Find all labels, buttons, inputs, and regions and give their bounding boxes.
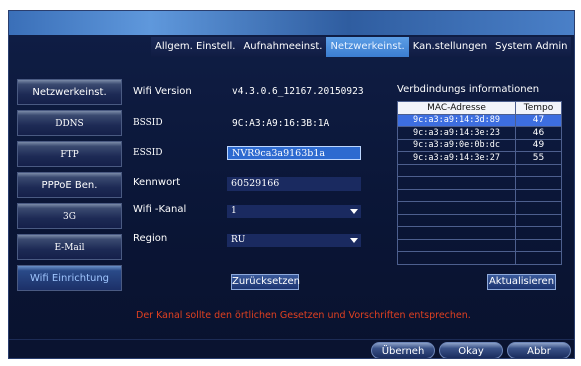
- bssid-label: BSSID: [133, 118, 163, 128]
- chevron-down-icon: [350, 209, 358, 214]
- table-row[interactable]: 9c:a3:a9:14:3d:89 47: [397, 113, 562, 127]
- mac-address-header: MAC-Adresse: [397, 101, 516, 115]
- bssid-value: 9C:A3:A9:16:3B:1A: [232, 118, 330, 129]
- empty-row: [397, 238, 562, 252]
- essid-field[interactable]: NVR9ca3a9163b1a: [227, 146, 361, 160]
- region-label: Region: [133, 233, 168, 244]
- settings-tabs: Allgem. Einstell. Aufnahmeeinst. Netzwer…: [151, 37, 572, 57]
- empty-row: [397, 226, 562, 240]
- wifi-version-label: Wifi Version: [133, 86, 192, 97]
- region-value: RU: [231, 235, 246, 245]
- ok-button[interactable]: Okay: [439, 342, 503, 358]
- cancel-button[interactable]: Abbr: [507, 342, 571, 358]
- password-label: Kennwort: [133, 177, 181, 188]
- apply-button[interactable]: Überneh: [371, 342, 435, 358]
- tab-network-settings[interactable]: Netzwerkeinst.: [326, 37, 409, 57]
- sidebar-item-wifi-setup[interactable]: Wifi Einrichtung: [17, 265, 122, 291]
- mac-cell: 9c:a3:a9:14:3d:89: [397, 113, 516, 127]
- table-row[interactable]: 9c:a3:a9:14:3e:27 55: [397, 151, 562, 165]
- password-field[interactable]: 60529166: [227, 177, 361, 191]
- empty-row: [397, 201, 562, 215]
- empty-row: [397, 163, 562, 177]
- sidebar-item-3g[interactable]: 3G: [17, 203, 122, 229]
- sidebar-item-network[interactable]: Netzwerkeinst.: [17, 79, 122, 105]
- chevron-down-icon: [350, 238, 358, 243]
- tab-channel-settings[interactable]: Kan.stellungen: [408, 37, 492, 57]
- tempo-cell: 47: [515, 113, 562, 127]
- empty-row: [397, 176, 562, 190]
- reset-button[interactable]: Zurücksetzen: [231, 274, 300, 290]
- tab-system-admin[interactable]: System Admin: [491, 37, 572, 57]
- tempo-cell: 46: [515, 126, 562, 140]
- table-header-row: MAC-Adresse Tempo: [397, 101, 562, 115]
- tab-recording-settings[interactable]: Aufnahmeeinst.: [239, 37, 327, 57]
- sidebar-item-ftp[interactable]: FTP: [17, 141, 122, 167]
- tempo-cell: 55: [515, 151, 562, 165]
- tab-general-settings[interactable]: Allgem. Einstell.: [151, 37, 240, 57]
- connections-title: Verbdindungs informationen: [397, 84, 540, 95]
- mac-cell: 9c:a3:a9:14:3e:23: [397, 126, 516, 140]
- mac-cell: 9c:a3:a9:0e:0b:dc: [397, 138, 516, 152]
- table-row[interactable]: 9c:a3:a9:0e:0b:dc 49: [397, 138, 562, 152]
- sidebar: Netzwerkeinst. DDNS FTP PPPoE Ben. 3G E-…: [17, 79, 122, 296]
- connections-table: MAC-Adresse Tempo 9c:a3:a9:14:3d:89 47 9…: [397, 101, 562, 265]
- tempo-header: Tempo: [515, 101, 562, 115]
- wifi-channel-value: 1: [231, 206, 237, 216]
- empty-row: [397, 188, 562, 202]
- sidebar-item-ddns[interactable]: DDNS: [17, 110, 122, 136]
- empty-row: [397, 251, 562, 265]
- channel-warning: Der Kanal sollte den örtlichen Gesetzen …: [136, 310, 471, 321]
- empty-row: [397, 213, 562, 227]
- wifi-version-value: v4.3.0.6_12167.20150923: [232, 86, 364, 97]
- dvr-settings-screen: Allgem. Einstell. Aufnahmeeinst. Netzwer…: [8, 10, 575, 359]
- table-row[interactable]: 9c:a3:a9:14:3e:23 46: [397, 126, 562, 140]
- refresh-button[interactable]: Aktualisieren: [487, 274, 556, 290]
- tempo-cell: 49: [515, 138, 562, 152]
- essid-label: ESSID: [133, 148, 163, 158]
- wifi-channel-label: Wifi -Kanal: [133, 204, 187, 215]
- title-bar: [9, 11, 574, 35]
- wifi-channel-select[interactable]: 1: [227, 205, 361, 218]
- region-select[interactable]: RU: [227, 234, 361, 247]
- mac-cell: 9c:a3:a9:14:3e:27: [397, 151, 516, 165]
- sidebar-item-email[interactable]: E-Mail: [17, 234, 122, 260]
- sidebar-item-pppoe[interactable]: PPPoE Ben.: [17, 172, 122, 198]
